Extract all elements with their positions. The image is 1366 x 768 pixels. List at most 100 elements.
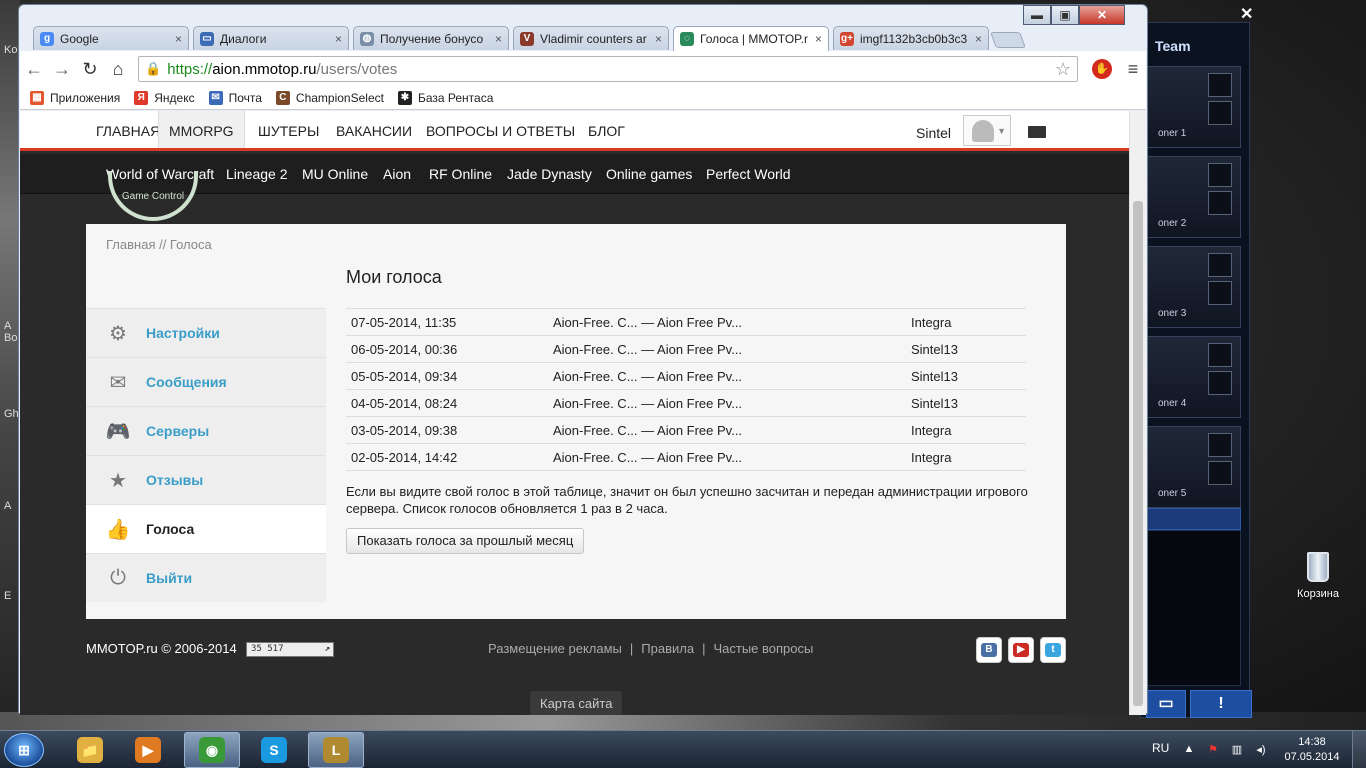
footer-link[interactable]: Частые вопросы [713,641,813,656]
youtube-button[interactable]: ▶ [1008,637,1034,663]
home-button[interactable]: ⌂ [104,59,132,80]
top-nav-item[interactable]: ГЛАВНАЯ [96,123,160,139]
side-menu-item[interactable]: ⚙ Настройки [86,308,326,357]
browser-tab[interactable]: ◍ Получение бонусо × [353,26,509,50]
game-nav-item[interactable]: Perfect World [706,166,791,182]
username[interactable]: Sintel [916,125,951,141]
avatar[interactable]: ▼ [963,115,1011,146]
browser-tab[interactable]: g Google × [33,26,189,50]
bookmark-item[interactable]: Я Яндекс [134,90,195,105]
clock[interactable]: 14:38 07.05.2014 [1284,735,1340,765]
taskbar-app[interactable]: L [308,732,364,768]
vote-server[interactable]: Aion-Free. C... — Aion Free Pv... [548,362,906,390]
bookmark-star-icon[interactable]: ☆ [1055,59,1071,80]
address-bar[interactable]: 🔒 https:// aion.mmotop.ru /users/votes ☆ [138,56,1078,82]
visit-counter[interactable]: 35 517 ↗ [246,642,334,657]
close-icon[interactable]: × [335,32,342,46]
scrollbar[interactable] [1129,111,1146,715]
game-nav-item[interactable]: Jade Dynasty [507,166,592,182]
recycle-bin[interactable]: Корзина [1288,552,1348,600]
top-nav-item[interactable]: БЛОГ [588,123,625,139]
lol-summoner-slot[interactable]: oner 4 [1145,336,1241,418]
minimize-button[interactable]: ▬ [1023,5,1051,25]
tray-network-icon[interactable]: ▥ [1230,743,1244,756]
top-nav-item[interactable]: ВОПРОСЫ И ОТВЕТЫ [426,123,575,139]
browser-tab[interactable]: ◌ Голоса | MMOTOP.r × [673,26,829,51]
back-button[interactable]: ← [20,59,48,80]
bookmark-item[interactable]: ▦ Приложения [30,90,120,105]
taskbar-app[interactable]: S [246,732,302,768]
lol-summoner-slot[interactable]: oner 5 [1145,426,1241,508]
browser-tab[interactable]: V Vladimir counters ar × [513,26,669,50]
tray-arrow-icon[interactable]: ▲ [1182,743,1196,755]
show-desktop-button[interactable] [1352,731,1366,768]
game-nav-item[interactable]: MU Online [302,166,368,182]
close-icon[interactable]: × [175,32,182,46]
lol-summoner-slot[interactable]: oner 2 [1145,156,1241,238]
footer-link[interactable]: Размещение рекламы [488,641,622,656]
forward-button[interactable]: → [48,59,76,80]
start-button[interactable]: ⊞ [4,733,44,767]
side-menu-item[interactable]: 👍 Голоса [86,504,326,553]
top-nav-item[interactable]: ШУТЕРЫ [258,123,319,139]
envelope-icon[interactable] [1028,126,1046,138]
bookmark-item[interactable]: ✱ База Рентаса [397,90,493,105]
top-nav-item[interactable]: ВАКАНСИИ [336,123,412,139]
scroll-thumb[interactable] [1133,201,1143,706]
game-nav-item[interactable]: Online games [606,166,692,182]
side-menu-item[interactable]: ⏻ Выйти [86,553,326,602]
top-nav-item[interactable]: MMORPG [158,111,245,148]
show-previous-month-button[interactable]: Показать голоса за прошлый месяц [346,528,585,554]
footer-link[interactable]: Правила [641,641,694,656]
close-icon[interactable]: × [975,32,982,46]
lol-selected-bar[interactable] [1145,508,1241,530]
close-icon[interactable]: × [655,32,662,46]
desktop-icon-label[interactable]: A [4,500,11,512]
vote-server[interactable]: Aion-Free. C... — Aion Free Pv... [548,389,906,417]
game-nav-item[interactable]: RF Online [429,166,492,182]
game-nav-item[interactable]: Aion [383,166,411,182]
desktop-icon-label[interactable]: A [4,320,11,332]
lol-alert-button[interactable]: ! [1190,690,1252,718]
site-logo[interactable]: Game Control [108,171,198,221]
close-icon[interactable]: × [815,32,822,46]
vote-server[interactable]: Aion-Free. C... — Aion Free Pv... [548,416,906,444]
side-menu-item[interactable]: ✉ Сообщения [86,357,326,406]
adblock-icon[interactable]: ✋ [1092,59,1112,79]
twitter-button[interactable]: t [1040,637,1066,663]
breadcrumb[interactable]: Главная // Голоса [106,237,212,252]
new-tab-button[interactable] [990,32,1026,48]
language-indicator[interactable]: RU [1152,741,1169,755]
bookmarks-bar: ▦ Приложения Я Яндекс ✉ Почта C ChampionSelect ✱… [20,86,1146,110]
desktop-icon-label[interactable]: E [4,590,11,602]
desktop-icon-label[interactable]: Ko [4,44,17,56]
desktop-icon-label[interactable]: Bo [4,332,17,344]
vote-server[interactable]: Aion-Free. C... — Aion Free Pv... [548,335,906,363]
vote-server[interactable]: Aion-Free. C... — Aion Free Pv... [548,308,906,336]
desktop-icon-label[interactable]: Gh [4,408,19,420]
game-nav-item[interactable]: Lineage 2 [226,166,288,182]
lol-summoner-slot[interactable]: oner 1 [1145,66,1241,148]
chrome-menu-icon[interactable]: ≡ [1120,59,1146,80]
tray-flag-icon[interactable]: ⚑ [1206,743,1220,756]
reload-button[interactable]: ↻ [76,59,104,80]
side-menu-item[interactable]: 🎮 Серверы [86,406,326,455]
lol-chat-button[interactable]: ▭ [1146,690,1186,718]
bookmark-item[interactable]: C ChampionSelect [275,90,384,105]
background-window-close-icon[interactable]: ✕ [1240,4,1253,24]
browser-tab[interactable]: g+ imgf1132b3cb0b3c3 × [833,26,989,50]
close-button[interactable]: ✕ [1079,5,1125,25]
vote-server[interactable]: Aion-Free. C... — Aion Free Pv... [548,443,906,471]
tray-volume-icon[interactable]: ◂) [1254,743,1268,756]
taskbar-app[interactable]: ▶ [120,732,176,768]
taskbar-app[interactable]: 📁 [62,732,118,768]
sitemap-link[interactable]: Карта сайта [530,691,623,715]
maximize-button[interactable]: ▣ [1051,5,1079,25]
vk-button[interactable]: B [976,637,1002,663]
bookmark-item[interactable]: ✉ Почта [208,90,262,105]
browser-tab[interactable]: ▭ Диалоги × [193,26,349,50]
lol-summoner-slot[interactable]: oner 3 [1145,246,1241,328]
side-menu-item[interactable]: ★ Отзывы [86,455,326,504]
taskbar-app[interactable]: ◉ [184,732,240,768]
close-icon[interactable]: × [495,32,502,46]
